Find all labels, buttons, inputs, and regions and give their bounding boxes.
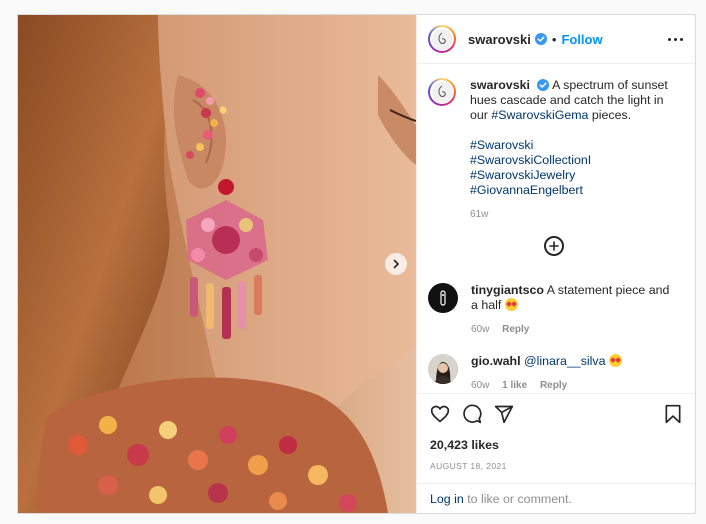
post-sidebar: swarovski • Follow swarovski A spectrum … <box>416 15 695 513</box>
instagram-post: swarovski • Follow swarovski A spectrum … <box>17 14 696 514</box>
action-icons <box>430 401 683 427</box>
chevron-right-icon <box>393 259 400 269</box>
comment-item: gio.wahl @linara__silva 60w 1 like Reply <box>428 354 676 393</box>
caption: swarovski A spectrum of sunset hues casc… <box>428 78 683 222</box>
heart-eyes-emoji <box>608 354 622 367</box>
caption-username[interactable]: swarovski <box>470 78 530 92</box>
next-image-button[interactable] <box>385 253 407 275</box>
comment-username[interactable]: gio.wahl <box>471 354 521 368</box>
hashtag-link[interactable]: #GiovannaEngelbert <box>470 183 675 198</box>
follow-button[interactable]: Follow <box>561 32 602 47</box>
hashtag-link[interactable]: #Swarovski <box>470 138 675 153</box>
profile-photo-icon <box>428 354 458 384</box>
hashtag-link[interactable]: #SwarovskiCollectionI <box>470 153 675 168</box>
caption-hashtag-link[interactable]: #SwarovskiGema <box>491 108 588 122</box>
share-icon[interactable] <box>494 404 514 424</box>
comment-age: 60w <box>471 380 490 391</box>
post-date: AUGUST 18, 2021 <box>430 461 507 471</box>
comment-item: tinygiantsco A statement piece and a hal… <box>428 283 676 337</box>
swan-logo-icon <box>438 32 446 44</box>
login-suffix: to like or comment. <box>463 491 572 506</box>
reply-button[interactable]: Reply <box>502 324 529 335</box>
separator-dot: • <box>551 31 557 47</box>
verified-badge-icon <box>534 33 547 45</box>
caption-age: 61w <box>470 209 489 220</box>
hashtag-link[interactable]: #SwarovskiJewelry <box>470 168 675 183</box>
caption-avatar[interactable] <box>428 78 456 106</box>
hashtag-list: #Swarovski #SwarovskiCollectionI #Swarov… <box>470 138 675 198</box>
bookmark-icon[interactable] <box>663 404 683 424</box>
like-count[interactable]: 20,423 likes <box>430 438 683 452</box>
reply-button[interactable]: Reply <box>540 380 567 391</box>
avatar[interactable] <box>428 25 456 53</box>
comment-age: 60w <box>471 324 490 335</box>
swan-logo-icon <box>438 85 446 97</box>
mention-link[interactable]: @linara__silva <box>524 354 605 368</box>
verified-badge-icon <box>537 79 550 91</box>
more-options-icon[interactable] <box>668 37 683 41</box>
post-image[interactable] <box>18 15 416 513</box>
commenter-avatar[interactable] <box>428 354 458 384</box>
comment-icon[interactable] <box>462 404 482 424</box>
load-more-comments-icon[interactable] <box>544 236 564 256</box>
earring-model-photo <box>18 15 416 513</box>
author-username[interactable]: swarovski <box>468 32 531 47</box>
brand-logo-icon <box>440 290 446 306</box>
comments-section: swarovski A spectrum of sunset hues casc… <box>417 64 695 393</box>
login-link[interactable]: Log in <box>430 492 464 506</box>
post-header: swarovski • Follow <box>417 15 695 64</box>
heart-eyes-emoji <box>504 298 518 311</box>
caption-text-end: pieces. <box>588 108 632 122</box>
comment-likes[interactable]: 1 like <box>502 380 527 391</box>
commenter-avatar[interactable] <box>428 283 458 313</box>
comment-username[interactable]: tinygiantsco <box>471 283 544 297</box>
login-prompt: Log in to like or comment. <box>417 483 695 513</box>
heart-icon[interactable] <box>430 404 450 424</box>
